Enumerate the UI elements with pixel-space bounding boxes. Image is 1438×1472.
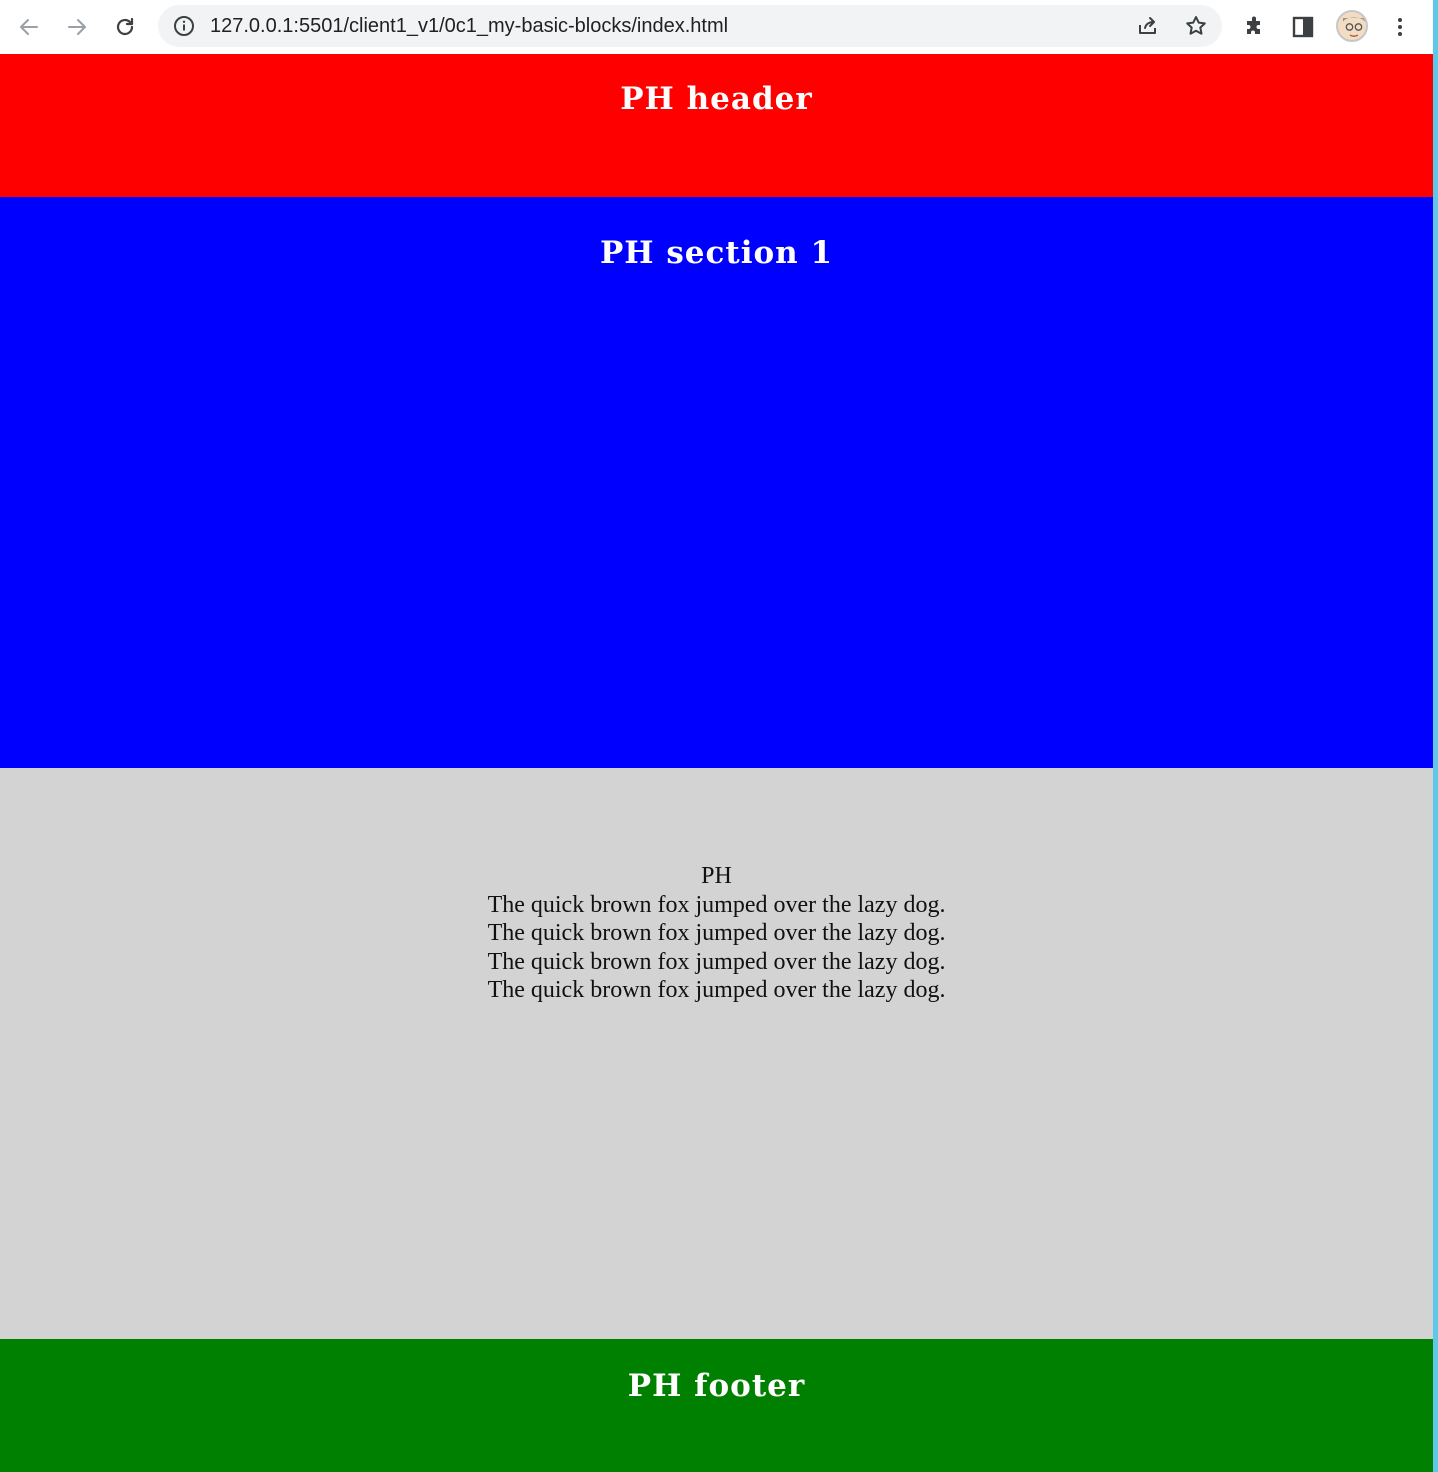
side-panel-button[interactable] <box>1286 10 1320 44</box>
address-bar[interactable]: 127.0.0.1:5501/client1_v1/0c1_my-basic-b… <box>158 5 1222 47</box>
side-panel-icon <box>1292 16 1314 38</box>
footer-title: PH footer <box>627 1368 806 1404</box>
section-2-text: PH The quick brown fox jumped over the l… <box>0 862 1433 1005</box>
page-header: PH header <box>0 54 1433 197</box>
text-line: The quick brown fox jumped over the lazy… <box>487 948 946 975</box>
reload-button[interactable] <box>107 9 143 45</box>
page-viewport: PH header PH section 1 PH The quick brow… <box>0 54 1433 1472</box>
header-title: PH header <box>620 81 813 117</box>
reload-icon <box>116 17 134 36</box>
page-footer: PH footer <box>0 1339 1433 1472</box>
browser-toolbar: 127.0.0.1:5501/client1_v1/0c1_my-basic-b… <box>0 0 1438 54</box>
text-line: PH <box>701 863 732 889</box>
share-icon[interactable] <box>1134 13 1162 39</box>
forward-button[interactable] <box>59 9 95 45</box>
kebab-menu-icon <box>1398 18 1402 36</box>
text-line: The quick brown fox jumped over the lazy… <box>487 977 946 1004</box>
puzzle-icon <box>1247 16 1260 34</box>
text-line: The quick brown fox jumped over the lazy… <box>487 891 946 918</box>
star-icon[interactable] <box>1182 13 1210 39</box>
section-1-title: PH section 1 <box>599 235 834 271</box>
section-1: PH section 1 <box>0 197 1433 768</box>
window-edge <box>1433 0 1438 1472</box>
info-icon[interactable] <box>172 14 196 38</box>
url-text[interactable]: 127.0.0.1:5501/client1_v1/0c1_my-basic-b… <box>210 15 728 37</box>
text-line: The quick brown fox jumped over the lazy… <box>487 920 946 947</box>
section-2: PH The quick brown fox jumped over the l… <box>0 768 1433 1339</box>
arrow-right-icon <box>68 19 86 35</box>
extensions-button[interactable] <box>1238 10 1272 44</box>
avatar[interactable] <box>1336 10 1368 42</box>
arrow-left-icon <box>20 19 38 35</box>
menu-button[interactable] <box>1383 10 1417 44</box>
back-button[interactable] <box>11 9 47 45</box>
